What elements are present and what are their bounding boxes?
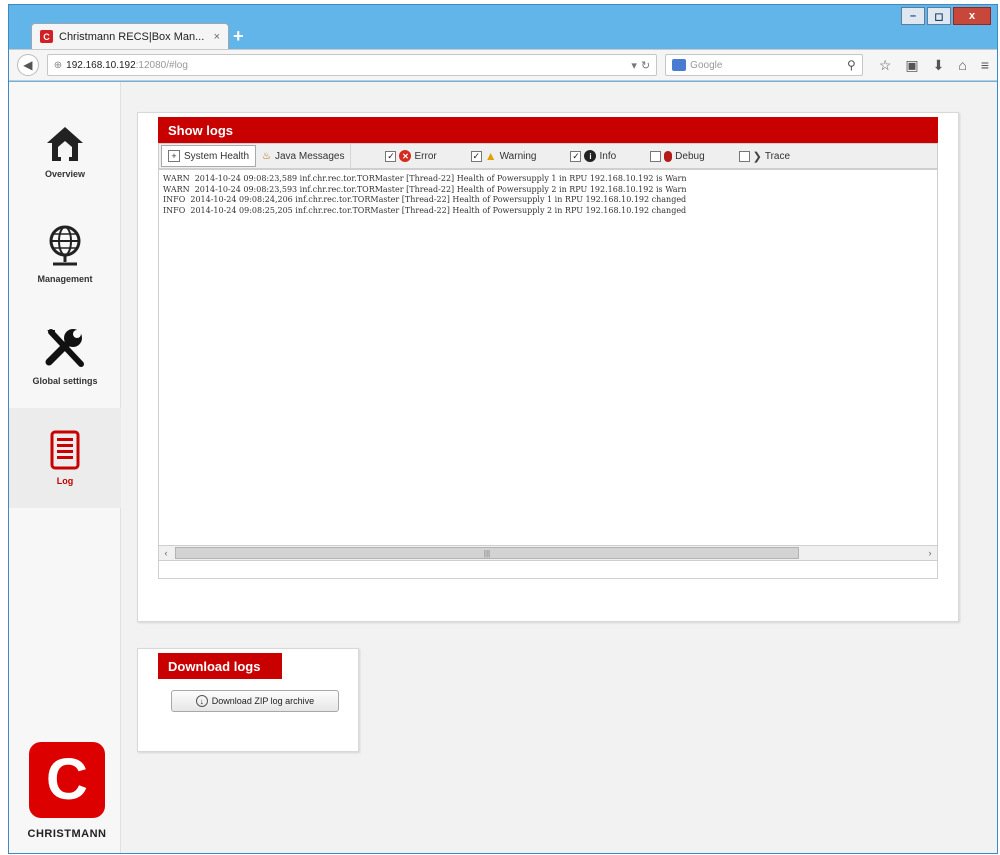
sidebar-item-label: Log	[56, 476, 74, 486]
tab-label: Java Messages	[275, 150, 345, 162]
filter-info[interactable]: ✓ i Info	[570, 150, 616, 162]
download-icon: ↓	[195, 695, 208, 707]
trace-checkbox[interactable]	[738, 150, 750, 162]
sidebar-item-label: Global settings	[32, 376, 98, 386]
logo-letter: C	[46, 747, 88, 812]
title-bar: C Christmann RECS|Box Man... × + – ◻ x	[9, 5, 997, 49]
scrollbar-thumb[interactable]: |||	[175, 547, 799, 559]
log-filter-bar: + System Health ♨ Java Messages ✓ ✕ Erro…	[158, 143, 938, 169]
url-path: :12080/#log	[135, 59, 188, 71]
show-logs-header: Show logs	[158, 117, 938, 143]
url-bar[interactable]: ⊕ 192.168.10.192:12080/#log ▾ ↻	[46, 54, 658, 76]
search-bar[interactable]: Google ⚲	[665, 54, 863, 76]
warning-checkbox[interactable]: ✓	[470, 150, 482, 162]
tab-title: Christmann RECS|Box Man...	[59, 30, 205, 43]
trace-icon: ❯	[752, 150, 762, 163]
log-line: INFO 2014-10-24 09:08:25,205 inf.chr.rec…	[163, 205, 687, 215]
maximize-button[interactable]: ◻	[927, 7, 951, 25]
filter-label: Trace	[764, 150, 791, 162]
home-icon[interactable]: ⌂	[958, 57, 966, 74]
log-footer	[158, 561, 938, 579]
menu-icon[interactable]: ≡	[981, 57, 989, 74]
document-icon	[50, 430, 80, 470]
tab-close-icon[interactable]: ×	[214, 31, 220, 43]
show-logs-panel: Show logs + System Health ♨ Java Message…	[137, 112, 959, 622]
scroll-right-icon[interactable]: ›	[923, 546, 937, 560]
site-identity-icon: ⊕	[53, 59, 63, 71]
log-output[interactable]: WARN 2014-10-24 09:08:23,589 inf.chr.rec…	[158, 169, 938, 565]
christmann-logo: C	[29, 742, 105, 818]
close-window-button[interactable]: x	[953, 7, 991, 25]
sidebar-item-overview[interactable]: Overview	[9, 102, 121, 202]
globe-icon	[49, 225, 81, 266]
filter-trace[interactable]: ❯ Trace	[738, 150, 791, 163]
back-arrow-icon: ◀	[23, 58, 33, 72]
log-line: WARN 2014-10-24 09:08:23,589 inf.chr.rec…	[163, 174, 687, 183]
scroll-left-icon[interactable]: ‹	[159, 546, 173, 560]
logo-text: CHRISTMANN	[27, 828, 107, 840]
window-controls: – ◻ x	[901, 7, 991, 25]
filter-label: Error	[414, 150, 437, 162]
debug-checkbox[interactable]	[650, 150, 662, 162]
filter-debug[interactable]: Debug	[650, 150, 705, 162]
sidebar-item-global-settings[interactable]: Global settings	[9, 306, 121, 406]
download-icon[interactable]: ⬇	[933, 57, 945, 74]
info-checkbox[interactable]: ✓	[570, 150, 582, 162]
filter-label: Info	[599, 150, 617, 162]
error-checkbox[interactable]: ✓	[385, 150, 397, 162]
filter-label: Debug	[675, 150, 705, 162]
filter-error[interactable]: ✓ ✕ Error	[385, 150, 437, 162]
warning-icon: ▲	[484, 149, 497, 163]
url-host: 192.168.10.192	[66, 59, 136, 71]
filter-label: Warning	[499, 150, 537, 162]
back-button[interactable]: ◀	[17, 54, 39, 76]
browser-tab[interactable]: C Christmann RECS|Box Man... ×	[31, 23, 229, 49]
search-engine-icon[interactable]	[672, 59, 687, 71]
browser-window: C Christmann RECS|Box Man... × + – ◻ x ◀…	[8, 4, 998, 854]
home-icon	[47, 127, 83, 161]
info-icon: i	[584, 150, 597, 162]
java-icon: ♨	[262, 150, 271, 162]
download-button-label: Download ZIP log archive	[211, 696, 315, 706]
toolbar-icons: ☆ ▣ ⬇ ⌂ ≡	[879, 57, 989, 74]
system-health-icon: +	[168, 150, 180, 162]
scrollbar-grip-icon: |||	[483, 548, 491, 558]
bug-icon	[664, 150, 673, 162]
search-icon[interactable]: ⚲	[847, 58, 856, 72]
tools-icon	[45, 329, 84, 367]
log-line: INFO 2014-10-24 09:08:24,206 inf.chr.rec…	[163, 195, 687, 204]
download-logs-header: Download logs	[158, 653, 282, 679]
sidebar-item-management[interactable]: Management	[9, 204, 121, 304]
sidebar: Overview Management Global settings Log …	[9, 82, 121, 853]
sidebar-item-log[interactable]: Log	[9, 408, 121, 508]
search-placeholder: Google	[690, 59, 723, 71]
log-line: WARN 2014-10-24 09:08:23,593 inf.chr.rec…	[163, 184, 687, 194]
tab-label: System Health	[184, 150, 250, 162]
filter-warning[interactable]: ✓ ▲ Warning	[470, 149, 537, 163]
reload-icon[interactable]: ↻	[641, 59, 650, 72]
sidebar-item-label: Management	[37, 274, 93, 284]
download-logs-panel: Download logs ↓ Download ZIP log archive	[137, 648, 359, 752]
navigation-bar: ◀ ⊕ 192.168.10.192:12080/#log ▾ ↻ Google…	[9, 49, 997, 81]
tab-java-messages[interactable]: ♨ Java Messages	[256, 144, 352, 168]
error-icon: ✕	[399, 150, 412, 162]
new-tab-button[interactable]: +	[233, 27, 244, 45]
bookmark-star-icon[interactable]: ☆	[879, 57, 892, 74]
download-zip-button[interactable]: ↓ Download ZIP log archive	[171, 690, 339, 712]
reading-list-icon[interactable]: ▣	[905, 57, 918, 74]
minimize-button[interactable]: –	[901, 7, 925, 25]
sidebar-item-label: Overview	[44, 169, 86, 179]
dropdown-arrow-icon[interactable]: ▾	[631, 59, 637, 72]
tab-system-health[interactable]: + System Health	[161, 145, 257, 167]
christmann-favicon-icon: C	[40, 30, 53, 43]
page-viewport: Overview Management Global settings Log …	[9, 82, 997, 853]
horizontal-scrollbar[interactable]: ‹ ||| ›	[158, 545, 938, 561]
